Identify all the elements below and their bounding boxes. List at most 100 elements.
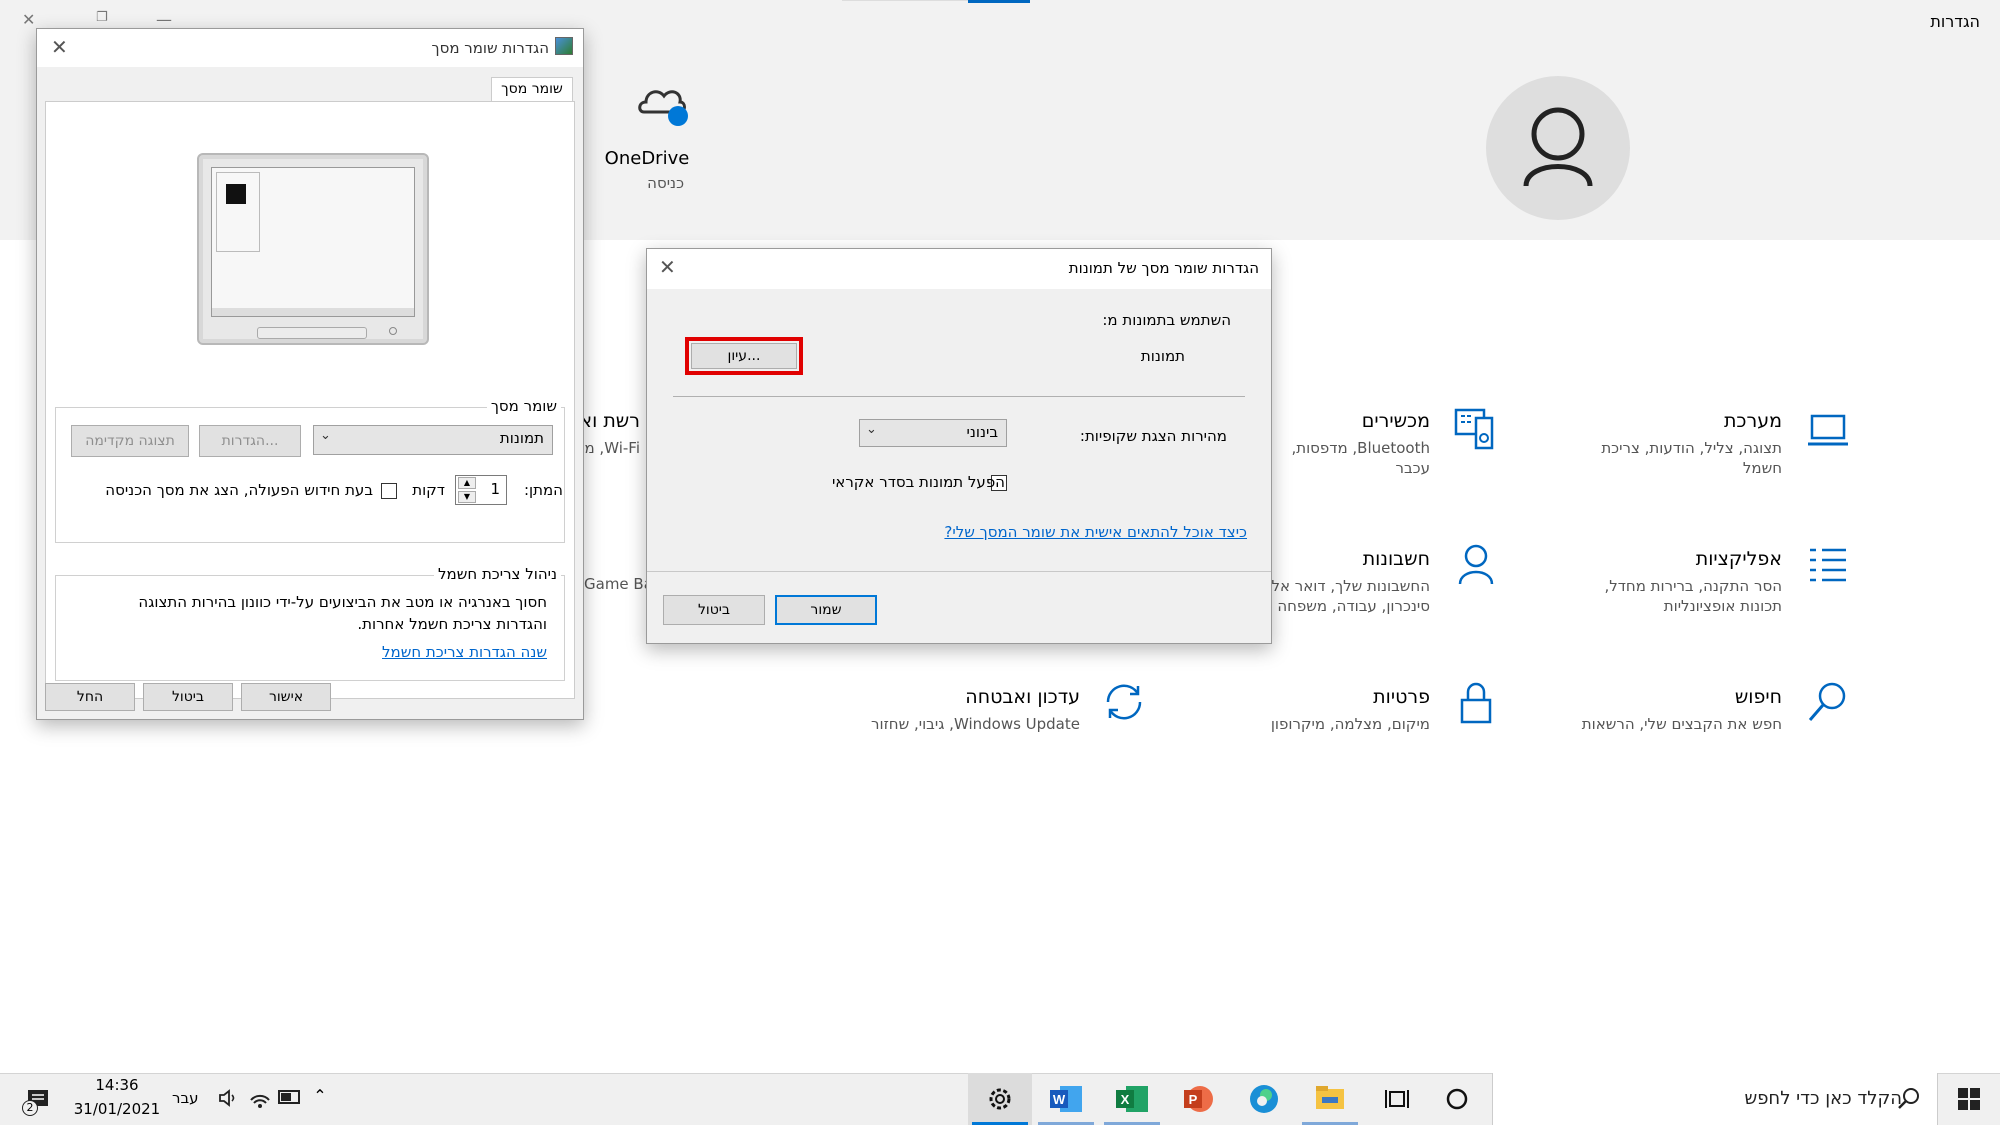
excel-taskbar-button[interactable]: X [1100,1073,1164,1125]
slide-speed-select[interactable]: בינוני ⌄ [859,419,1007,447]
wait-label: המתן: [524,481,563,499]
close-window-icon[interactable]: ✕ [22,10,35,29]
settings-taskbar-button[interactable] [968,1073,1032,1125]
laptop-icon[interactable] [1804,406,1852,454]
slide-speed-value: בינוני [966,423,998,441]
svg-text:X: X [1121,1092,1130,1107]
speaker-icon[interactable] [216,1086,240,1110]
search-icon[interactable] [1804,678,1852,726]
resume-logon-checkbox[interactable] [381,483,397,499]
footer-divider [647,571,1271,572]
minimize-window-icon[interactable]: — [156,10,172,29]
ok-button[interactable]: אישור [241,683,331,711]
edge-taskbar-button[interactable] [1232,1073,1296,1125]
onedrive-icon[interactable] [636,78,692,128]
power-led [389,327,397,335]
start-button[interactable] [1938,1073,2000,1125]
change-power-settings-link[interactable]: שנה הגדרות צריכת חשמל [382,643,547,661]
category-system-title[interactable]: מערכת [1724,410,1782,432]
close-icon[interactable]: ✕ [659,255,676,279]
task-view-icon[interactable] [1382,1084,1412,1114]
save-button[interactable]: שמור [775,595,877,625]
search-placeholder: הקלד כאן כדי לחפש [1744,1088,1902,1109]
edge-icon [1250,1085,1278,1113]
category-devices-desc-line: Bluetooth, מדפסות, עכבר [1291,439,1430,477]
power-text-line: והגדרות צריכת חשמל אחרות. [357,615,547,633]
gear-icon [989,1088,1011,1110]
use-photos-label: השתמש בתמונות מ: [1102,311,1231,329]
word-icon: W [1050,1086,1082,1112]
shuffle-label: הפעל תמונות בסדר אקראי [831,473,1005,491]
wifi-icon[interactable] [248,1086,272,1110]
category-privacy-title[interactable]: פרטיות [1373,686,1430,708]
category-accounts-desc-line: החשבונות שלך, דואר אלקטרוני, [1270,577,1430,595]
category-gaming-partial[interactable]: Game Bar, לכידות [584,574,648,598]
category-accounts-desc: החשבונות שלך, דואר אלקטרוני, סינכרון, עב… [1270,576,1430,616]
windows-logo-icon [1958,1088,1980,1110]
cortana-icon[interactable] [1442,1084,1472,1114]
category-gaming-desc: Game Bar, לכידות [584,575,648,593]
stepper-up-icon[interactable]: ▲ [458,477,476,489]
clock-time[interactable]: 14:36 [72,1076,162,1094]
screensaver-app-icon [555,37,573,55]
screensaver-settings-dialog: הגדרות שומר מסך ✕ שומר מסך שומר מסך תמונ… [36,28,584,720]
browse-button[interactable]: עיון... [691,343,797,369]
preview-button[interactable]: תצוגה מקדימה [71,425,189,457]
screensaver-select[interactable]: תמונות ⌄ [313,425,553,455]
sync-icon[interactable] [1100,678,1148,726]
file-explorer-taskbar-button[interactable] [1298,1073,1362,1125]
word-taskbar-button[interactable]: W [1034,1073,1098,1125]
language-indicator[interactable]: עבר [172,1089,199,1107]
onedrive-title[interactable]: OneDrive [580,148,714,169]
devices-icon[interactable] [1452,404,1500,452]
category-apps-desc-line: תכונות אופציונליות [1663,597,1782,615]
category-apps-desc-line: הסר התקנה, ברירות מחדל, [1604,577,1782,595]
header-divider [842,0,968,1]
category-system-desc-line: תצוגה, צליל, הודעות, צריכת [1601,439,1782,457]
chevron-down-icon: ⌄ [866,422,877,437]
apply-button[interactable]: החל [45,683,135,711]
category-devices-desc: Bluetooth, מדפסות, עכבר [1270,438,1430,478]
close-icon[interactable]: ✕ [51,35,68,59]
svg-text:W: W [1053,1092,1066,1107]
chevron-up-icon[interactable]: ⌃ [308,1086,332,1110]
minutes-label: דקות [412,481,445,499]
powerpoint-taskbar-button[interactable]: P [1166,1073,1230,1125]
category-system-desc-line: חשמל [1742,459,1782,477]
category-network-title[interactable]: רשת ואינטרנט [584,410,640,432]
dialog-title: הגדרות שומר מסך של תמונות [1068,259,1259,277]
powerpoint-icon: P [1184,1086,1213,1112]
wait-minutes-stepper[interactable]: 1 ▲ ▼ [455,475,507,505]
battery-icon[interactable] [278,1090,300,1104]
category-network-partial[interactable]: רשת ואינטרנט Wi-Fi, מצב טיסה, VPN [584,410,640,460]
help-link[interactable]: כיצד אוכל להתאים אישית את שומר המסך שלי? [944,523,1247,541]
category-devices-title[interactable]: מכשירים [1362,410,1430,432]
cancel-button[interactable]: ביטול [663,595,765,625]
user-avatar[interactable] [1486,76,1630,220]
cancel-button[interactable]: ביטול [143,683,233,711]
category-search-title[interactable]: חיפוש [1735,686,1782,708]
power-text-line: חסוך באנרגיה או מטב את הביצועים על-ידי כ… [138,593,547,611]
section-divider [673,396,1245,397]
category-accounts-title[interactable]: חשבונות [1363,548,1430,570]
lock-icon[interactable] [1452,678,1500,726]
resume-logon-label: בעת חידוש הפעולה, הצג את מסך הכניסה [105,481,373,499]
person-icon[interactable] [1452,540,1500,588]
screensaver-group-label: שומר מסך [486,397,561,415]
category-update-title[interactable]: עדכון ואבטחה [965,686,1080,708]
wait-value: 1 [490,480,500,498]
screensaver-settings-button[interactable]: הגדרות... [199,425,301,457]
power-group-label: ניהול צריכת חשמל [434,565,561,583]
onedrive-signin[interactable]: כניסה [580,174,684,192]
preview-taskbar [212,308,414,316]
category-privacy-desc-line: מיקום, מצלמה, מיקרופון [1270,715,1430,733]
category-apps-title[interactable]: אפליקציות [1696,548,1782,570]
stepper-down-icon[interactable]: ▼ [458,491,476,503]
preview-window [216,172,260,252]
category-privacy-desc: מיקום, מצלמה, מיקרופון [1271,714,1430,734]
restore-window-icon[interactable]: ❐ [96,10,108,25]
apps-list-icon[interactable] [1804,540,1852,588]
tab-screensaver[interactable]: שומר מסך [491,77,573,103]
category-update-desc-line: Windows Update, גיבוי, שחזור [871,715,1080,733]
clock-date[interactable]: 31/01/2021 [72,1100,162,1118]
